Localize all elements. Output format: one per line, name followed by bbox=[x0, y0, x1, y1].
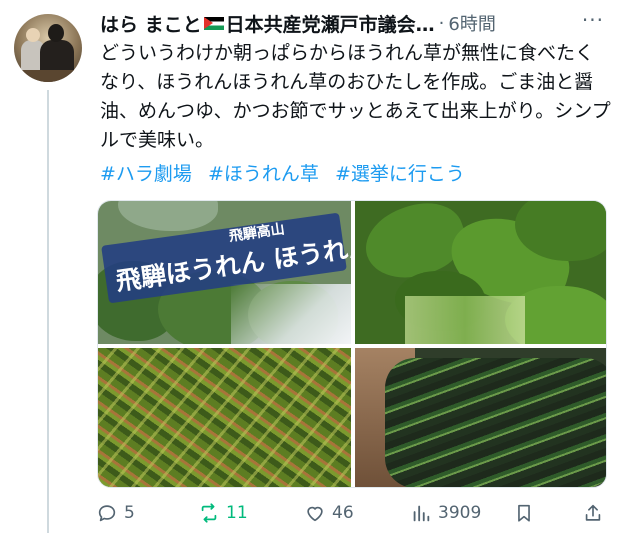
spinach-stems bbox=[405, 296, 525, 344]
reply-button[interactable]: 5 bbox=[96, 502, 135, 524]
share-icon bbox=[585, 504, 601, 521]
photo-spinach-bag[interactable]: 飛騨高山 飛騨ほうれん ほうれんそう bbox=[98, 201, 351, 344]
dish-texture bbox=[385, 358, 606, 487]
photo-fresh-spinach[interactable] bbox=[355, 201, 606, 344]
avatar[interactable] bbox=[14, 14, 82, 82]
hashtag-senkyo[interactable]: #選挙に行こう bbox=[335, 163, 465, 185]
views-button[interactable]: 3909 bbox=[410, 502, 481, 524]
repost-arrows-icon bbox=[201, 503, 217, 523]
avatar-banner bbox=[14, 70, 82, 82]
hashtags: #ハラ劇場 #ほうれん草 #選挙に行こう bbox=[100, 159, 475, 186]
repost-button[interactable]: 11 bbox=[198, 502, 248, 524]
post-header: はら まこと 日本共産党瀬戸市議会… · 6時間 ··· bbox=[100, 8, 610, 38]
speech-bubble-icon bbox=[98, 505, 116, 522]
bar-chart-icon bbox=[413, 505, 430, 522]
share-button[interactable] bbox=[582, 502, 610, 524]
author-affiliation[interactable]: 日本共産党瀬戸市議会… bbox=[226, 10, 435, 37]
author-name[interactable]: はら まこと bbox=[100, 10, 202, 37]
post-body: どういうわけか朝っぱらからほうれん草が無性に食べたくなり、ほうれんほうれん草のお… bbox=[100, 42, 611, 151]
action-bar: 5 11 46 3909 bbox=[96, 502, 611, 530]
like-count: 46 bbox=[332, 503, 354, 523]
more-options-icon[interactable]: ··· bbox=[582, 8, 604, 32]
bag-top bbox=[118, 201, 218, 231]
palestine-flag-icon bbox=[203, 16, 224, 30]
hashtag-horenso[interactable]: #ほうれん草 bbox=[208, 163, 319, 185]
avatar-person-right bbox=[40, 40, 74, 74]
photo-spinach-ohitashi[interactable] bbox=[98, 348, 351, 487]
bag-sheen bbox=[231, 284, 351, 344]
bookmark-icon bbox=[518, 504, 530, 522]
thread-line bbox=[47, 90, 49, 533]
views-count: 3909 bbox=[438, 503, 482, 523]
heart-icon bbox=[307, 506, 323, 522]
photo-spinach-plated[interactable] bbox=[355, 348, 606, 487]
avatar-person-left-head bbox=[26, 28, 40, 42]
repost-count: 11 bbox=[226, 503, 248, 523]
separator: · bbox=[438, 12, 445, 34]
dish-stems bbox=[98, 348, 351, 487]
post-time[interactable]: 6時間 bbox=[448, 10, 495, 36]
like-button[interactable]: 46 bbox=[304, 502, 354, 524]
media-grid: 飛騨高山 飛騨ほうれん ほうれんそう bbox=[97, 200, 607, 488]
bookmark-button[interactable] bbox=[513, 502, 541, 524]
reply-count: 5 bbox=[124, 503, 135, 523]
hashtag-hara-gekijo[interactable]: #ハラ劇場 bbox=[100, 163, 192, 185]
avatar-person-right-head bbox=[48, 24, 64, 42]
